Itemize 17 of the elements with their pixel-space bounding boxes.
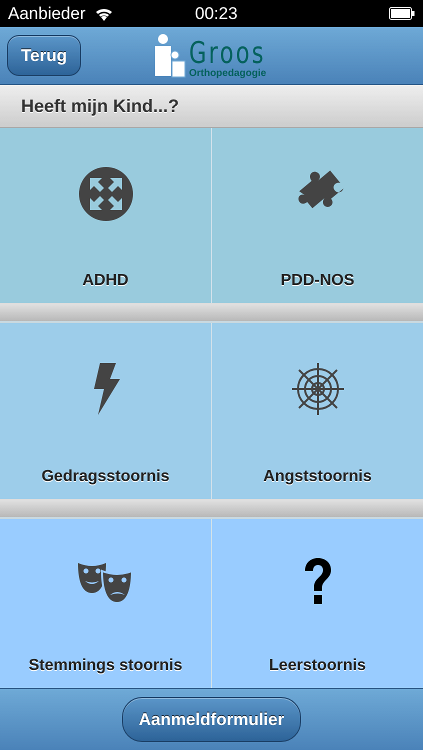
category-tile[interactable]: ADHD (0, 128, 211, 304)
arrows-circle-icon (78, 166, 134, 222)
wifi-icon (94, 6, 114, 21)
back-button[interactable]: Terug (7, 34, 81, 76)
logo-name: Groos (188, 38, 266, 68)
category-tile[interactable]: Leerstoornis (211, 518, 423, 688)
section-header: Heeft mijn Kind...? (21, 94, 180, 118)
spider-web-icon (290, 361, 346, 418)
battery-icon (389, 7, 415, 20)
category-tile[interactable]: Gedragsstoornis (0, 323, 211, 499)
logo-subtitle: Orthopedagogie (188, 68, 268, 78)
category-tile[interactable]: PDD-NOS (211, 128, 423, 304)
clock-time: 00:23 (194, 2, 239, 25)
carrier-name: Aanbieder (8, 2, 86, 25)
category-tile[interactable]: Stemmings stoornis (0, 518, 211, 688)
category-tile[interactable]: Angststoornis (211, 323, 423, 499)
signup-form-button[interactable]: Aanmeldformulier (122, 696, 302, 742)
